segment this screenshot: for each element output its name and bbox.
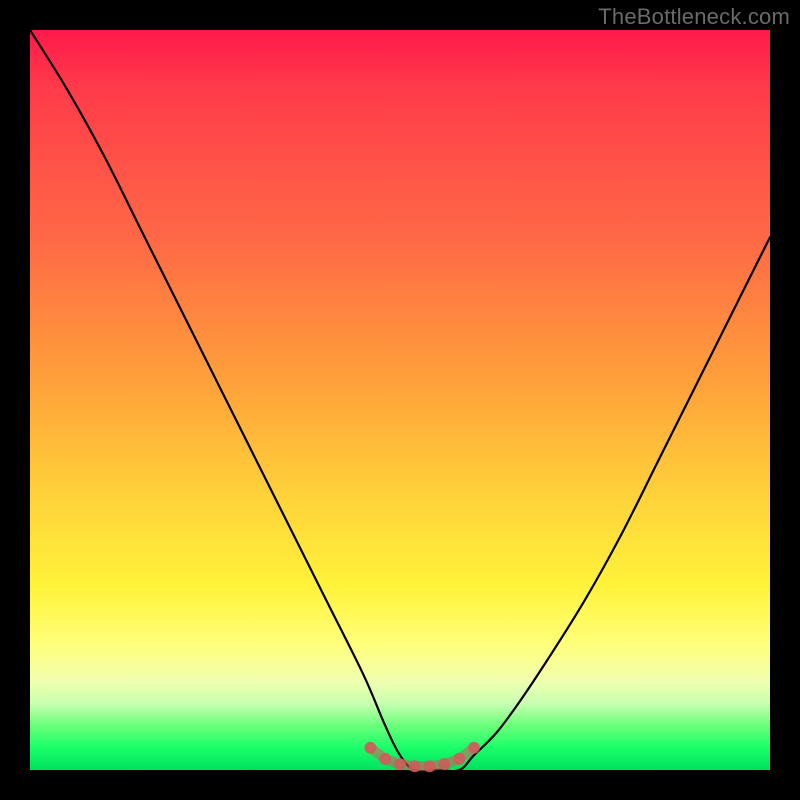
marker-dot <box>364 742 376 754</box>
marker-dot <box>394 758 406 770</box>
marker-dot <box>424 760 436 772</box>
bottleneck-curve <box>30 30 770 771</box>
marker-dot <box>409 760 421 772</box>
marker-dot <box>468 742 480 754</box>
marker-dot <box>379 753 391 765</box>
marker-dot <box>453 753 465 765</box>
marker-dot <box>438 758 450 770</box>
curve-svg <box>30 30 770 770</box>
chart-frame: TheBottleneck.com <box>0 0 800 800</box>
plot-area <box>30 30 770 770</box>
watermark-text: TheBottleneck.com <box>598 4 790 30</box>
